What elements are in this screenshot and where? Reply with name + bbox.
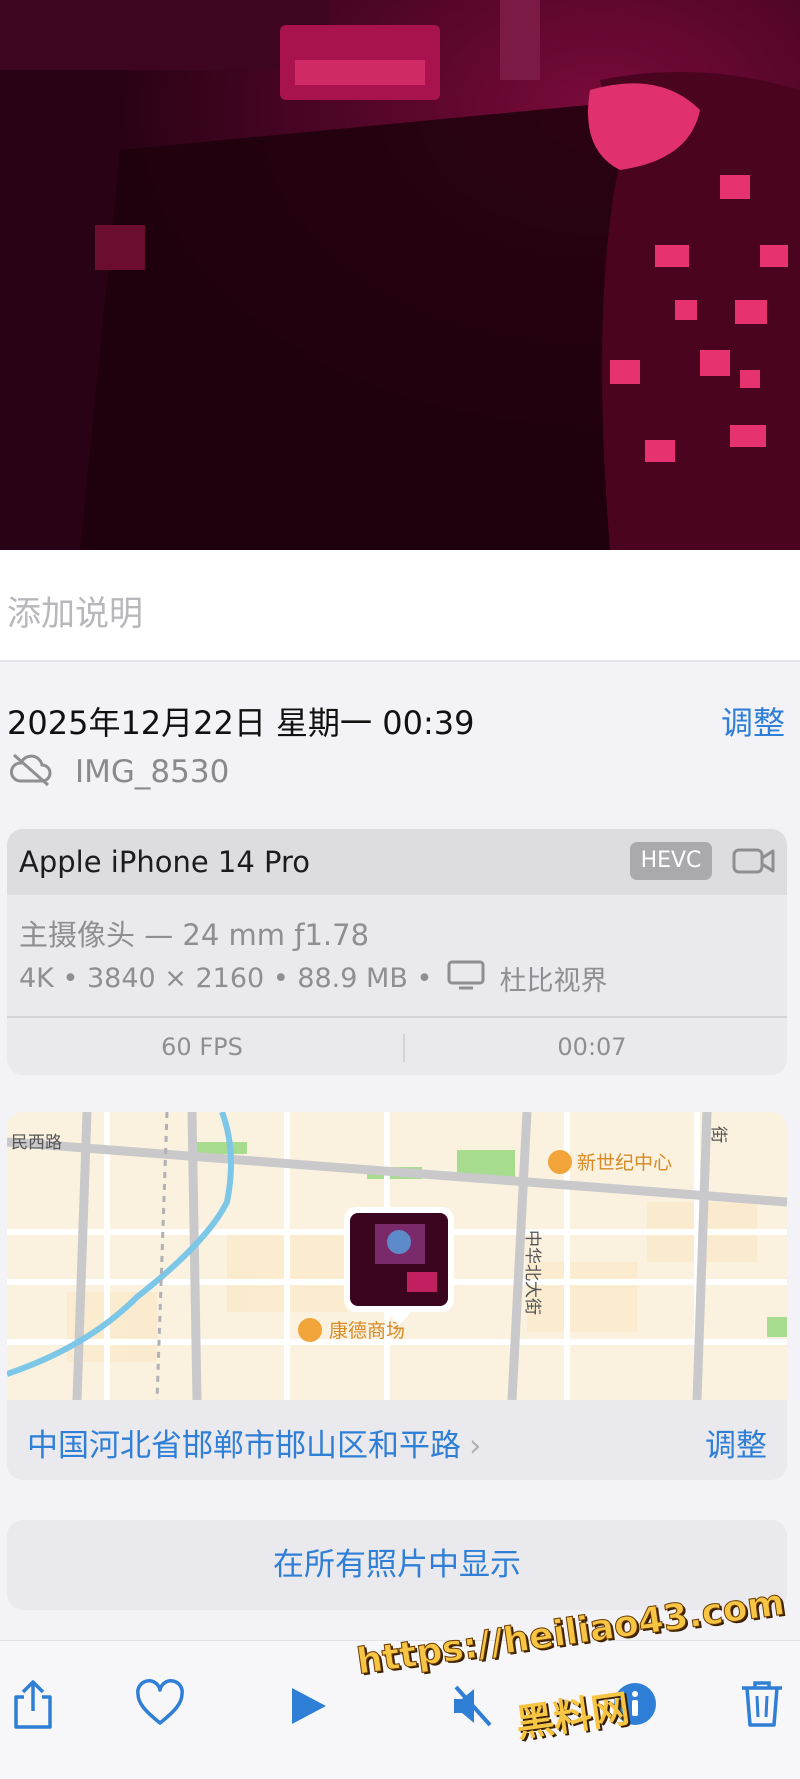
divider: [0, 660, 800, 662]
lens-info: 主摄像头 — 24 mm ƒ1.78: [19, 918, 370, 952]
address-bar: 中国河北省邯郸市邯山区和平路 › 调整: [7, 1400, 787, 1480]
map-corner-label: 街: [709, 1126, 728, 1143]
capture-date: 2025年12月22日 星期一 00:39: [7, 704, 475, 742]
map-photo-pin[interactable]: [344, 1207, 454, 1326]
map-poi-label: 新世纪中心: [577, 1152, 672, 1174]
hdr-label: 杜比视界: [499, 966, 608, 997]
video-specs: 4K • 3840 × 2160 • 88.9 MB • 杜比视界: [19, 959, 608, 998]
file-name: IMG_8530: [75, 754, 230, 790]
card-divider: [7, 1016, 787, 1018]
map-poi-label: 康德商场: [329, 1320, 405, 1342]
play-icon[interactable]: [288, 1685, 328, 1731]
map-view[interactable]: 民西路 新世纪中心 中华北大街 街 康德商场: [7, 1112, 787, 1401]
fps-label: 60 FPS: [161, 1033, 243, 1061]
heart-icon[interactable]: [135, 1679, 185, 1731]
location-map-card[interactable]: 民西路 新世纪中心 中华北大街 街 康德商场 中国河北省邯郸市邯山区和平路 › 调…: [7, 1112, 787, 1480]
duration-label: 00:07: [557, 1033, 627, 1061]
resolution-label: 4K: [19, 963, 54, 994]
codec-badge: HEVC: [630, 842, 712, 880]
device-name: Apple iPhone 14 Pro: [19, 845, 311, 879]
share-icon[interactable]: [10, 1679, 56, 1735]
chevron-right-icon: ›: [469, 1428, 482, 1464]
adjust-location-button[interactable]: 调整: [705, 1420, 767, 1465]
caption-area[interactable]: 添加说明: [0, 550, 800, 660]
file-size-label: 88.9 MB: [297, 963, 408, 994]
adjust-date-button[interactable]: 调整: [721, 698, 785, 744]
monitor-icon: [447, 960, 485, 997]
address-link[interactable]: 中国河北省邯郸市邯山区和平路 ›: [27, 1420, 481, 1465]
caption-input[interactable]: 添加说明: [7, 586, 143, 635]
map-street-label: 中华北大街: [523, 1230, 542, 1315]
photo-preview[interactable]: [0, 0, 800, 550]
map-road-label: 民西路: [11, 1133, 62, 1152]
camera-info-card: Apple iPhone 14 Pro HEVC 主摄像头 — 24 mm ƒ1…: [7, 829, 787, 1075]
cloud-off-icon: [8, 751, 54, 791]
dimensions-label: 3840 × 2160: [87, 963, 265, 994]
trash-icon[interactable]: [740, 1679, 784, 1733]
mute-icon[interactable]: [450, 1683, 496, 1733]
show-in-all-photos-button[interactable]: 在所有照片中显示: [7, 1520, 787, 1610]
camera-card-header: Apple iPhone 14 Pro HEVC: [7, 829, 787, 895]
video-camera-icon: [731, 843, 777, 883]
